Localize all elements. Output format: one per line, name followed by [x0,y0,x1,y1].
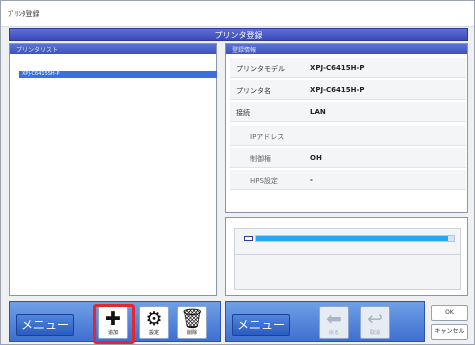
cancel-button[interactable]: キャンセル [431,324,468,340]
detail-header: 登録情報 [226,44,467,54]
detail-row-model: プリンタモデル XPJ-C6415H-P [230,58,466,78]
detail-row-name: プリンタ名 XPJ-C6415H-P [230,80,466,100]
detail-label: 制御権 [250,155,271,163]
right-toolbar: メニュー ⬅ 戻る ↩ 取消 [225,301,425,342]
undo-icon: ↩ [367,308,383,330]
settings-button[interactable]: ⚙ 設定 [139,306,169,339]
settings-button-label: 設定 [148,330,159,336]
page-banner: プリンタ登録 [9,28,468,41]
detail-value: OH [310,154,322,162]
status-indicator-icon [244,236,253,241]
menu-button-left[interactable]: メニュー [16,314,74,336]
title-bar: ﾌﾟﾘﾝﾀ登録 [1,1,474,27]
detail-value: - [310,176,313,184]
detail-label: IPアドレス [250,133,285,141]
detail-label: 接続 [236,109,250,117]
detail-row-connection: 接続 LAN [230,102,466,122]
ok-button[interactable]: OK [431,305,468,321]
divider [234,254,461,255]
printer-list-title: プリンタリスト [16,47,59,54]
back-button[interactable]: ⬅ 戻る [319,306,349,339]
delete-button[interactable]: 🗑 削除 [177,306,207,339]
progress-panel [225,217,468,296]
trash-icon: 🗑 [179,308,205,330]
detail-row-control: 制御権 OH [230,148,466,168]
progress-bar [255,235,455,242]
detail-row-hps: HPS設定 - [230,170,466,190]
back-button-label: 戻る [328,330,339,336]
detail-value: XPJ-C6415H-P [310,64,365,72]
menu-button-right[interactable]: メニュー [232,314,290,336]
detail-value: XPJ-C6415H-P [310,86,365,94]
add-button-highlight [93,304,135,344]
detail-row-ip: IPアドレス [230,126,466,146]
undo-button-label: 取消 [369,330,380,336]
detail-label: プリンタ名 [236,87,271,95]
printer-list-item-label: XPJ-C6415SH-P [22,71,60,77]
printer-list-panel: プリンタリスト XPJ-C6415SH-P [9,43,217,296]
delete-button-label: 削除 [186,330,197,336]
detail-value: LAN [310,108,326,116]
detail-label: HPS設定 [250,177,278,185]
window-title: ﾌﾟﾘﾝﾀ登録 [8,10,40,18]
detail-label: プリンタモデル [236,65,285,73]
app-window: ﾌﾟﾘﾝﾀ登録 プリンタ登録 プリンタリスト XPJ-C6415SH-P 登録情… [0,0,475,345]
printer-list-item-selected[interactable]: XPJ-C6415SH-P [19,71,217,78]
gear-icon: ⚙ [145,308,163,330]
progress-fill [256,236,449,241]
undo-button[interactable]: ↩ 取消 [360,306,390,339]
page-title: プリンタ登録 [214,31,263,40]
printer-list-header: プリンタリスト [10,44,216,54]
printer-detail-panel: 登録情報 プリンタモデル XPJ-C6415H-P プリンタ名 XPJ-C641… [225,43,468,213]
detail-title: 登録情報 [232,47,257,54]
arrow-left-icon: ⬅ [326,308,342,330]
